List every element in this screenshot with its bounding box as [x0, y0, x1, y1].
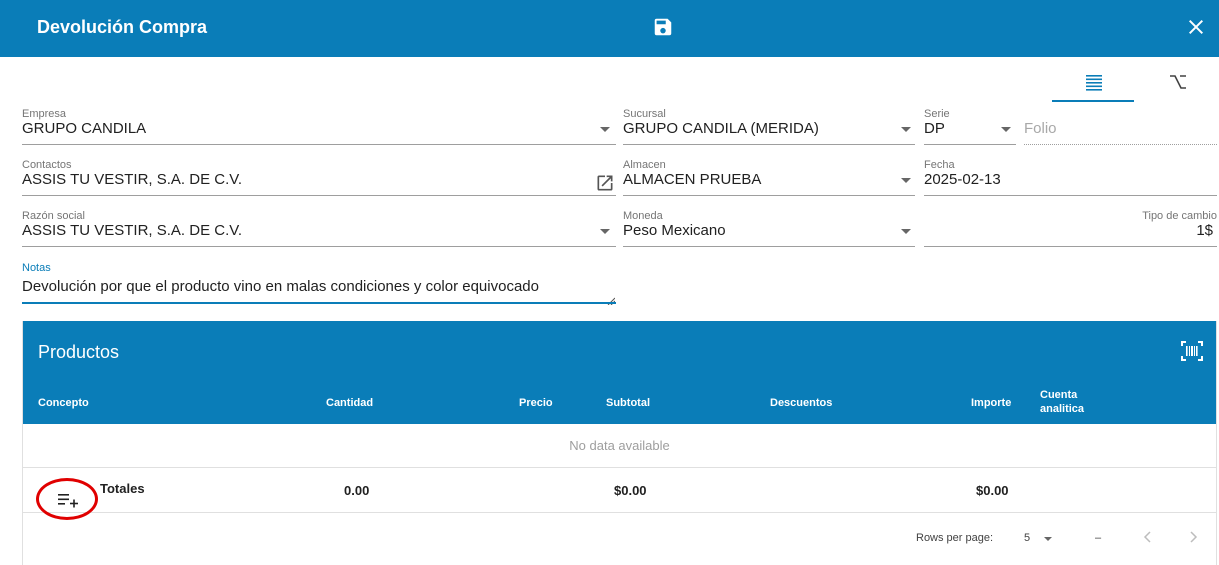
tipo-cambio-label: Tipo de cambio — [1142, 210, 1217, 222]
totals-importe: $0.00 — [976, 483, 1009, 498]
column-header-cuenta[interactable]: Cuenta analitica — [1040, 388, 1084, 416]
column-header-cuenta-line2: analitica — [1040, 403, 1085, 415]
resize-handle-icon[interactable] — [607, 292, 616, 306]
column-header-cuenta-line1: Cuenta — [1040, 389, 1078, 401]
contactos-field[interactable]: Contactos ASSIS TU VESTIR, S.A. DE C.V. — [22, 159, 616, 196]
notas-textarea[interactable]: Notas Devolución por que el producto vin… — [22, 262, 616, 306]
sucursal-value: GRUPO CANDILA (MERIDA) — [623, 120, 819, 137]
notas-label: Notas — [22, 262, 51, 274]
totals-subtotal: $0.00 — [614, 483, 647, 498]
empty-row: No data available — [23, 424, 1216, 468]
chevron-left-icon — [1143, 531, 1151, 543]
title-bar: Devolución Compra — [0, 0, 1219, 57]
sucursal-select[interactable]: Sucursal GRUPO CANDILA (MERIDA) — [623, 108, 915, 145]
serie-select[interactable]: Serie DP — [924, 108, 1016, 145]
totals-label: Totales — [100, 481, 145, 496]
totals-cantidad: 0.00 — [344, 483, 370, 498]
almacen-select[interactable]: Almacen ALMACEN PRUEBA — [623, 159, 915, 196]
chevron-down-icon — [901, 178, 911, 183]
add-row-button[interactable] — [36, 478, 98, 520]
column-header-importe[interactable]: Importe — [971, 396, 1011, 410]
barcode-scan-icon[interactable] — [1181, 341, 1203, 361]
chevron-right-icon — [1190, 531, 1198, 543]
column-header-subtotal[interactable]: Subtotal — [606, 396, 650, 410]
next-page-button[interactable] — [1187, 530, 1199, 547]
almacen-value: ALMACEN PRUEBA — [623, 171, 762, 188]
no-data-text: No data available — [569, 438, 670, 453]
tipo-cambio-field[interactable]: Tipo de cambio 1$ — [924, 210, 1217, 247]
rows-per-page-label: Rows per page: — [916, 532, 994, 544]
products-panel: Productos Concepto Cantidad Precio Subto… — [22, 321, 1217, 565]
folio-field[interactable]: Folio — [1024, 108, 1217, 145]
sucursal-label: Sucursal — [623, 108, 666, 120]
option-key-icon — [1170, 75, 1186, 89]
rows-per-page-select[interactable]: 5 — [1024, 532, 1056, 544]
moneda-label: Moneda — [623, 210, 663, 222]
playlist-add-icon — [58, 494, 78, 508]
tipo-cambio-value: 1$ — [1196, 222, 1213, 239]
tab-alt-view[interactable] — [1136, 68, 1218, 102]
empresa-label: Empresa — [22, 108, 67, 120]
column-header-precio[interactable]: Precio — [519, 396, 553, 410]
serie-label: Serie — [924, 108, 950, 120]
products-title: Productos — [38, 342, 120, 362]
folio-placeholder: Folio — [1024, 120, 1057, 137]
page-range: – — [1095, 532, 1102, 544]
razon-social-select[interactable]: Razón social ASSIS TU VESTIR, S.A. DE C.… — [22, 210, 616, 247]
empresa-value: GRUPO CANDILA — [22, 120, 147, 137]
prev-page-button[interactable] — [1142, 530, 1154, 547]
column-header-descuentos[interactable]: Descuentos — [770, 396, 832, 410]
list-view-icon — [1086, 75, 1102, 91]
serie-value: DP — [924, 120, 945, 137]
razon-social-label: Razón social — [22, 210, 85, 222]
tab-list-view[interactable] — [1052, 68, 1134, 102]
chevron-down-icon — [901, 127, 911, 132]
razon-social-value: ASSIS TU VESTIR, S.A. DE C.V. — [22, 222, 243, 239]
chevron-down-icon — [600, 127, 610, 132]
fecha-label: Fecha — [924, 159, 955, 171]
chevron-down-icon — [1001, 127, 1011, 132]
almacen-label: Almacen — [623, 159, 666, 171]
contactos-value: ASSIS TU VESTIR, S.A. DE C.V. — [22, 171, 243, 188]
fecha-field[interactable]: Fecha 2025-02-13 — [924, 159, 1217, 196]
save-icon[interactable] — [652, 16, 674, 38]
column-header-cantidad[interactable]: Cantidad — [326, 396, 373, 410]
moneda-value: Peso Mexicano — [623, 222, 726, 239]
totals-row: Totales 0.00 $0.00 $0.00 — [23, 468, 1216, 520]
empresa-select[interactable]: Empresa GRUPO CANDILA — [22, 108, 616, 145]
chevron-down-icon — [1044, 537, 1052, 541]
chevron-down-icon — [600, 229, 610, 234]
notas-value: Devolución por que el producto vino en m… — [22, 278, 539, 295]
close-icon[interactable] — [1184, 15, 1208, 39]
column-header-concepto[interactable]: Concepto — [38, 396, 89, 410]
fecha-value: 2025-02-13 — [924, 171, 1001, 188]
rows-per-page-value: 5 — [1024, 532, 1031, 544]
contactos-label: Contactos — [22, 159, 72, 171]
open-in-new-icon[interactable] — [595, 173, 615, 193]
products-header: Productos Concepto Cantidad Precio Subto… — [23, 321, 1216, 424]
moneda-select[interactable]: Moneda Peso Mexicano — [623, 210, 915, 247]
window-title: Devolución Compra — [37, 17, 208, 37]
chevron-down-icon — [901, 229, 911, 234]
